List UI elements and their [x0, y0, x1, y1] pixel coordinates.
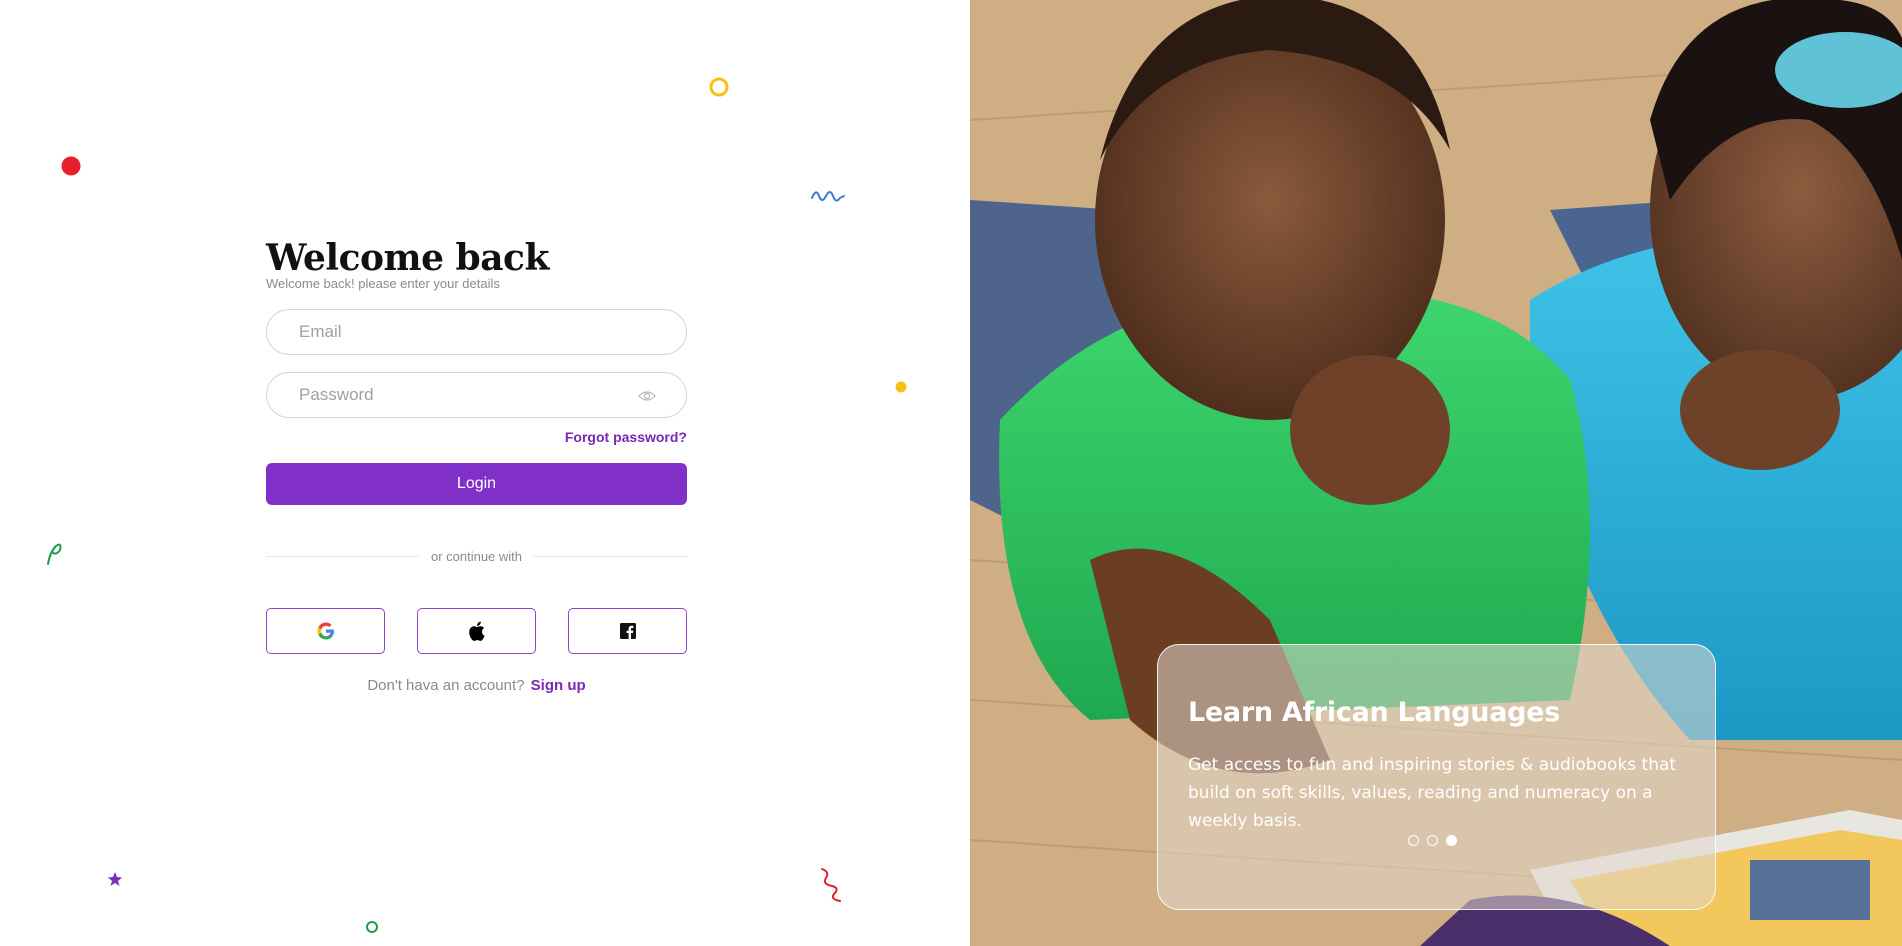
divider: or continue with [266, 547, 687, 565]
apple-login-button[interactable] [417, 608, 536, 654]
login-panel: Welcome back Welcome back! please enter … [0, 0, 970, 946]
carousel-dot-active[interactable] [1446, 835, 1457, 846]
decorative-star-icon [108, 872, 122, 886]
divider-text: or continue with [430, 548, 523, 564]
carousel-dot[interactable] [1408, 835, 1419, 846]
decorative-dot-icon [61, 156, 81, 176]
eye-icon[interactable] [638, 388, 656, 404]
carousel-pagination [1408, 835, 1457, 846]
decorative-circle-icon [709, 77, 729, 97]
email-field-wrapper [266, 309, 687, 355]
forgot-password-link[interactable]: Forgot password? [266, 429, 687, 446]
email-field[interactable] [267, 310, 686, 354]
google-login-button[interactable] [266, 608, 385, 654]
signup-prompt: Don't hava an account? [367, 677, 525, 694]
decorative-dot-icon [895, 381, 907, 393]
divider-line [266, 555, 419, 557]
decorative-curl-icon [47, 543, 62, 565]
hero-panel: Learn African Languages Get access to fu… [970, 0, 1902, 946]
login-form: Welcome back Welcome back! please enter … [266, 236, 687, 694]
signup-link[interactable]: Sign up [531, 677, 586, 694]
password-field[interactable] [267, 373, 686, 417]
facebook-icon [619, 623, 636, 639]
carousel-description: Get access to fun and inspiring stories … [1188, 755, 1677, 831]
carousel-title: Learn African Languages [1188, 697, 1560, 728]
carousel-card: Learn African Languages Get access to fu… [1157, 644, 1716, 910]
facebook-login-button[interactable] [568, 608, 687, 654]
decorative-circle-icon [366, 921, 378, 933]
page-title: Welcome back [266, 237, 549, 279]
social-login-row [266, 608, 687, 654]
signup-row: Don't hava an account? Sign up [266, 677, 687, 694]
decorative-squiggle-icon [811, 191, 845, 202]
login-button[interactable]: Login [266, 463, 687, 505]
password-field-wrapper [266, 372, 687, 418]
google-icon [317, 622, 334, 640]
apple-icon [469, 621, 485, 641]
divider-line [534, 555, 687, 557]
page-subtitle: Welcome back! please enter your details [266, 276, 500, 291]
carousel-dot[interactable] [1427, 835, 1438, 846]
decorative-zigzag-icon [821, 868, 841, 902]
